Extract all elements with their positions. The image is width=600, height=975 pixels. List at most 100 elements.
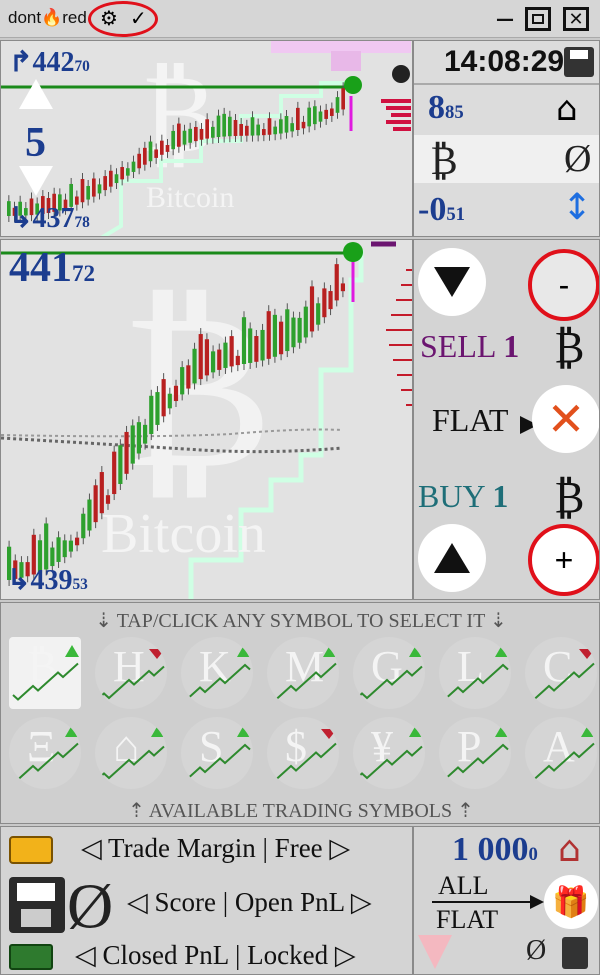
interval-up-arrow-icon[interactable]	[19, 79, 53, 109]
symbol-button[interactable]: $	[267, 717, 339, 789]
symbol-button[interactable]: ₿	[9, 637, 81, 709]
candle	[68, 540, 73, 552]
trend-up-icon	[581, 725, 595, 737]
candle	[155, 392, 160, 425]
symbol-button[interactable]: K	[181, 637, 253, 709]
candle	[245, 125, 249, 136]
symbols-header: ⇣ TAP/CLICK ANY SYMBOL TO SELECT IT ⇣	[95, 610, 507, 632]
card-icon[interactable]	[9, 836, 53, 864]
closed-pnl-toggle[interactable]: ◁ Closed PnL | Locked ▷	[75, 940, 356, 971]
home-icon[interactable]: ⌂	[558, 829, 581, 870]
candle	[330, 108, 334, 116]
close-icon[interactable]: ✕	[563, 7, 589, 31]
symbol-button[interactable]: ⌂	[95, 717, 167, 789]
symbol-sparkline	[12, 725, 79, 781]
symbol-sparkline	[528, 725, 595, 781]
candle	[229, 336, 234, 367]
symbol-sparkline	[98, 649, 165, 700]
candle	[194, 126, 198, 142]
trend-up-icon	[495, 645, 509, 657]
save-icon[interactable]	[564, 47, 594, 77]
candle	[137, 153, 141, 169]
cash-value: 1 0000	[452, 831, 538, 868]
candle	[328, 291, 333, 310]
cash-icon[interactable]	[9, 944, 53, 970]
symbol-button[interactable]: A	[525, 717, 597, 789]
symbol-button[interactable]: ¥	[353, 717, 425, 789]
candle	[228, 116, 232, 137]
candle	[186, 365, 191, 389]
main-chart-panel[interactable]: ₿ 44172 ↳43953 Bitcoin	[0, 239, 413, 600]
candle	[161, 379, 166, 417]
candle	[296, 107, 300, 131]
symbol-button[interactable]: Ξ	[9, 717, 81, 789]
check-icon[interactable]: ✓	[130, 6, 147, 30]
up-triangle-icon	[434, 543, 470, 573]
trade-margin-toggle[interactable]: ◁ Trade Margin | Free ▷	[81, 833, 350, 864]
symbol-button[interactable]: S	[181, 717, 253, 789]
buy-button[interactable]	[418, 524, 486, 592]
top-chart-panel[interactable]: ₿ ↱44270 ↳43778 5 Bitcoin	[0, 40, 413, 237]
candle	[233, 119, 238, 136]
candle	[217, 349, 222, 370]
interval-value: 5	[25, 120, 46, 166]
flat-label: FLAT	[436, 905, 499, 934]
flat-button[interactable]: ✕	[532, 385, 599, 453]
save-icon[interactable]	[9, 877, 65, 933]
gift-button[interactable]: 🎁	[544, 875, 598, 929]
updown-arrow-icon[interactable]: ↕	[562, 187, 592, 228]
candle	[313, 106, 317, 125]
current-price-label: 44172	[9, 245, 96, 291]
candle	[279, 119, 283, 134]
candle	[86, 185, 90, 200]
bitcoin-watermark-icon: ₿	[121, 269, 273, 513]
flat-label: FLAT	[432, 402, 509, 438]
trend-up-icon	[237, 725, 251, 737]
candle	[324, 109, 328, 119]
candle	[154, 149, 158, 158]
sell-button[interactable]	[418, 248, 486, 316]
candle	[290, 123, 294, 132]
candle	[93, 485, 98, 523]
trend-down-icon	[149, 649, 165, 659]
candle	[136, 422, 141, 454]
symbol-button[interactable]: P	[439, 717, 511, 789]
symbol-watermark: Bitcoin	[101, 503, 266, 565]
minus-button[interactable]: -	[528, 249, 599, 321]
volume-profile	[386, 269, 412, 406]
symbol-sparkline	[442, 645, 509, 702]
symbol-button[interactable]: G	[353, 637, 425, 709]
symbol-sparkline	[270, 645, 337, 701]
empty-set-icon: Ø	[564, 138, 592, 180]
clock: 14:08:29	[444, 45, 565, 78]
maximize-icon[interactable]	[525, 7, 551, 31]
candle	[131, 161, 136, 172]
candle	[254, 336, 259, 362]
candle	[284, 116, 289, 133]
symbol-button[interactable]: M	[267, 637, 339, 709]
candle	[216, 115, 221, 138]
candle	[309, 286, 315, 332]
gear-icon[interactable]: ⚙	[100, 6, 118, 30]
close-x-icon: ✕	[546, 392, 586, 446]
symbol-button[interactable]: H	[95, 637, 167, 709]
candle	[177, 123, 181, 147]
candle	[301, 121, 306, 129]
interval-down-arrow-icon[interactable]	[19, 166, 53, 196]
candle	[307, 107, 311, 127]
balance-value: 885	[428, 89, 464, 126]
candle	[120, 167, 124, 180]
trend-up-icon	[65, 725, 79, 737]
minimize-button[interactable]: —	[492, 7, 518, 31]
plus-button[interactable]: +	[528, 524, 599, 596]
calculator-icon[interactable]	[562, 937, 588, 969]
home-icon[interactable]: ⌂	[556, 89, 578, 129]
score-toggle[interactable]: ◁ Score | Open PnL ▷	[127, 887, 372, 918]
candle	[124, 431, 129, 474]
coin-icon: ₿	[554, 323, 585, 372]
symbol-button[interactable]: C	[525, 637, 597, 709]
candle	[297, 317, 302, 343]
symbol-button[interactable]: L	[439, 637, 511, 709]
candle	[204, 339, 209, 376]
symbol-sparkline	[442, 725, 509, 782]
